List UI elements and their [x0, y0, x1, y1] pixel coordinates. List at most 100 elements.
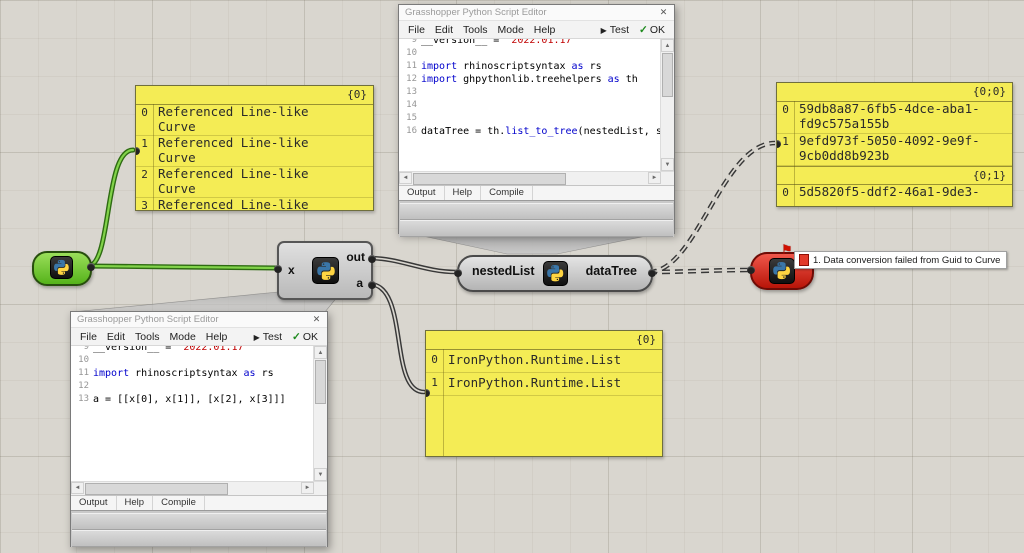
- panel-curves[interactable]: {0} 0 Referenced Line-like Curve 1 Refer…: [135, 85, 374, 211]
- test-button[interactable]: ▶ Test: [249, 331, 287, 343]
- panel-row: 3 Referenced Line-like Curve: [136, 198, 373, 211]
- code-lines: 9 __version__ = "2022.01.17" 10 11 import …: [399, 39, 674, 138]
- row-index: 3: [141, 199, 148, 211]
- play-icon: ▶: [253, 332, 260, 342]
- panel-row: 1 IronPython.Runtime.List: [426, 373, 662, 396]
- row-index: 0: [141, 106, 148, 119]
- menu-edit[interactable]: Edit: [430, 24, 458, 36]
- menu-help[interactable]: Help: [201, 331, 233, 343]
- output-datatree-label: dataTree: [585, 264, 637, 278]
- ghpython-source-component[interactable]: [32, 251, 95, 286]
- tab-compile[interactable]: Compile: [153, 496, 205, 510]
- output-a-grip[interactable]: [368, 281, 376, 289]
- row-text: IronPython.Runtime.List: [448, 352, 622, 367]
- error-icon: [799, 254, 809, 266]
- panel-lists[interactable]: {0} 0 IronPython.Runtime.List 1 IronPyth…: [425, 330, 663, 457]
- scrollbar-thumb[interactable]: [85, 483, 228, 495]
- scroll-left-icon[interactable]: ◄: [71, 482, 84, 494]
- menu-tools[interactable]: Tools: [130, 331, 165, 343]
- check-icon: ✓: [292, 330, 301, 343]
- tab-output[interactable]: Output: [71, 496, 117, 510]
- menu-edit[interactable]: Edit: [102, 331, 130, 343]
- python-script-component[interactable]: x out a: [274, 241, 376, 300]
- scrollbar-thumb[interactable]: [315, 360, 326, 404]
- panel-row: 2 Referenced Line-like Curve: [136, 167, 373, 198]
- row-text: 9efd973f-5050-4092-9e9f-9cb0dd8b923b: [799, 134, 980, 163]
- line-number: 10: [78, 355, 89, 365]
- vertical-scrollbar[interactable]: ▲ ▼: [660, 39, 674, 171]
- scrollbar-thumb[interactable]: [662, 53, 673, 97]
- output-out-label: out: [346, 250, 365, 264]
- line-number: 14: [406, 100, 417, 110]
- play-icon: ▶: [600, 25, 607, 35]
- python-editor-window-bottom[interactable]: Grasshopper Python Script Editor ✕ File …: [70, 311, 328, 547]
- row-text: Referenced Line-like Curve: [158, 167, 309, 196]
- python-editor-window-top[interactable]: Grasshopper Python Script Editor ✕ File …: [398, 4, 675, 237]
- close-icon[interactable]: ✕: [309, 314, 324, 325]
- scrollbar-thumb[interactable]: [413, 173, 567, 185]
- menu-mode[interactable]: Mode: [165, 331, 201, 343]
- tab-help[interactable]: Help: [445, 186, 482, 200]
- menu-mode[interactable]: Mode: [493, 24, 529, 36]
- console-bar: [400, 203, 673, 220]
- line-number: 16: [406, 126, 417, 136]
- tab-help[interactable]: Help: [117, 496, 154, 510]
- code-editor[interactable]: 9 __version__ = "2022.01.17" 10 11 import …: [71, 346, 327, 481]
- horizontal-scrollbar[interactable]: ◄ ►: [71, 481, 327, 495]
- ok-button[interactable]: ✓ OK: [634, 24, 670, 36]
- output-console: [71, 510, 327, 547]
- scroll-down-icon[interactable]: ▼: [314, 468, 327, 481]
- line-number: 9: [411, 39, 417, 45]
- wire-curves-to-panel[interactable]: [85, 147, 136, 269]
- row-text: IronPython.Runtime.List: [448, 375, 622, 390]
- input-grip[interactable]: [747, 266, 755, 274]
- titlebar[interactable]: Grasshopper Python Script Editor ✕: [71, 312, 327, 328]
- output-grip[interactable]: [648, 269, 656, 277]
- input-grip[interactable]: [454, 269, 462, 277]
- test-button[interactable]: ▶ Test: [596, 24, 634, 36]
- row-text: Referenced Line-like Curve: [158, 136, 309, 165]
- output-console: [399, 200, 674, 237]
- horizontal-scrollbar[interactable]: ◄ ►: [399, 171, 674, 185]
- menu-help[interactable]: Help: [529, 24, 561, 36]
- line-number: 12: [406, 74, 417, 84]
- scroll-up-icon[interactable]: ▲: [661, 39, 674, 52]
- row-text: Referenced Line-like Curve: [158, 105, 309, 134]
- close-icon[interactable]: ✕: [656, 7, 671, 18]
- scroll-left-icon[interactable]: ◄: [399, 172, 412, 184]
- grasshopper-canvas[interactable]: {0} 0 Referenced Line-like Curve 1 Refer…: [0, 0, 1024, 553]
- python-icon: [50, 256, 73, 279]
- panel-path-label: {0}: [136, 86, 373, 105]
- scroll-right-icon[interactable]: ►: [648, 172, 661, 184]
- panel-row: 0 5d5820f5-ddf2-46a1-9de3-: [777, 185, 1012, 206]
- panel-row: 1 Referenced Line-like Curve: [136, 136, 373, 167]
- menu-tools[interactable]: Tools: [458, 24, 493, 36]
- editor-tabs: Output Help Compile: [399, 185, 674, 200]
- scroll-down-icon[interactable]: ▼: [661, 158, 674, 171]
- code-editor[interactable]: 9 __version__ = "2022.01.17" 10 11 import …: [399, 39, 674, 171]
- tab-output[interactable]: Output: [399, 186, 445, 200]
- console-bar: [400, 220, 673, 237]
- line-number: 11: [78, 368, 89, 378]
- scroll-up-icon[interactable]: ▲: [314, 346, 327, 359]
- vertical-scrollbar[interactable]: ▲ ▼: [313, 346, 327, 481]
- scroll-right-icon[interactable]: ►: [301, 482, 314, 494]
- ok-button[interactable]: ✓ OK: [287, 331, 323, 343]
- line-number: 9: [83, 346, 89, 352]
- menu-file[interactable]: File: [403, 24, 430, 36]
- row-index: 2: [141, 168, 148, 181]
- error-flag-icon[interactable]: ⚑: [781, 242, 793, 258]
- list-to-tree-component[interactable]: nestedList dataTree: [454, 255, 656, 292]
- input-x-grip[interactable]: [274, 265, 282, 273]
- input-x-label: x: [288, 263, 295, 277]
- menu-file[interactable]: File: [75, 331, 102, 343]
- output-out-grip[interactable]: [368, 255, 376, 263]
- titlebar[interactable]: Grasshopper Python Script Editor ✕: [399, 5, 674, 21]
- panel-guids[interactable]: {0;0} 0 59db8a87-6fb5-4dce-aba1-fd9c575a…: [776, 82, 1013, 207]
- panel-path-label: {0;1}: [777, 166, 1012, 185]
- wire-a-to-panel[interactable]: [366, 281, 427, 395]
- row-index: 1: [782, 135, 789, 148]
- output-grip[interactable]: [87, 263, 95, 271]
- check-icon: ✓: [639, 23, 648, 36]
- tab-compile[interactable]: Compile: [481, 186, 533, 200]
